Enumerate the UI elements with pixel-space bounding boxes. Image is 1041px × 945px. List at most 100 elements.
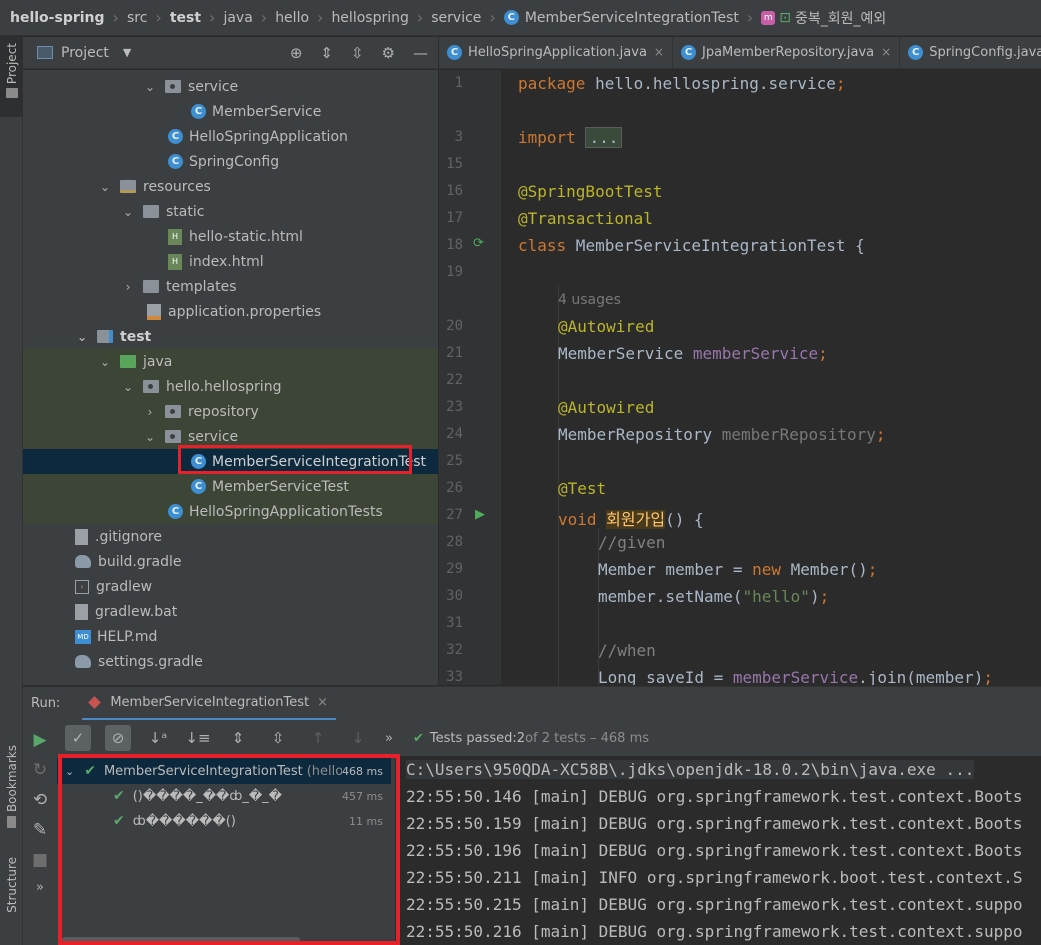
more-icon[interactable]: » bbox=[385, 731, 393, 746]
tree-item-label: HELP.md bbox=[97, 628, 158, 645]
collapse-all-icon[interactable]: ⇳ bbox=[265, 725, 291, 751]
tab-hellospringapplication[interactable]: C HelloSpringApplication.java × bbox=[439, 37, 673, 68]
tree-item-test[interactable]: ⌄ test bbox=[23, 324, 438, 349]
tree-item-index-html[interactable]: H index.html bbox=[23, 249, 438, 274]
breadcrumb-hello[interactable]: hello bbox=[275, 10, 309, 26]
expand-all-icon[interactable]: ⇕ bbox=[225, 725, 251, 751]
tree-item-gradlew-bat[interactable]: gradlew.bat bbox=[23, 599, 438, 624]
locate-icon[interactable]: ⊕ bbox=[290, 44, 303, 62]
rerun-failed-icon[interactable]: ↻ bbox=[33, 760, 47, 780]
breadcrumb-java[interactable]: java bbox=[223, 10, 252, 26]
tree-item-settings-gradle[interactable]: settings.gradle bbox=[23, 649, 438, 674]
tree-item-hello-static-html[interactable]: H hello-static.html bbox=[23, 224, 438, 249]
code-line-16: @SpringBootTest bbox=[518, 182, 663, 201]
class-icon: C bbox=[447, 44, 462, 60]
tab-project[interactable]: Project bbox=[0, 37, 23, 117]
file-icon bbox=[75, 603, 88, 620]
tree-item-hellospringapplication[interactable]: C HelloSpringApplication bbox=[23, 124, 438, 149]
tree-item-gradlew[interactable]: › gradlew bbox=[23, 574, 438, 599]
previous-icon[interactable]: ↑ bbox=[305, 725, 331, 751]
html-file-icon: H bbox=[168, 253, 182, 270]
expand-all-icon[interactable]: ⇕ bbox=[320, 44, 333, 62]
tab-jpamemberrepository[interactable]: C JpaMemberRepository.java × bbox=[673, 37, 901, 68]
test-class-icon: C bbox=[191, 479, 206, 494]
code-editor[interactable]: package hello.hellospring.service; impor… bbox=[501, 70, 1041, 685]
chevron-down-icon[interactable]: ▼ bbox=[123, 46, 131, 59]
chevron-down-icon[interactable]: ⌄ bbox=[143, 80, 157, 94]
toggle-auto-test-icon[interactable]: ⟲ bbox=[33, 790, 47, 810]
line-number: 24 bbox=[446, 426, 463, 442]
hide-panel-icon[interactable]: — bbox=[413, 44, 428, 62]
folder-icon bbox=[5, 88, 18, 99]
show-passed-button[interactable]: ✓ bbox=[65, 725, 91, 751]
tree-item-hellospringapplicationtests[interactable]: C HelloSpringApplicationTests bbox=[23, 499, 438, 524]
run-side-toolbar: ▶ ↻ ⟲ ✎ ■ » bbox=[23, 720, 57, 945]
run-test-icon[interactable]: ▶ bbox=[475, 507, 485, 522]
chevron-down-icon[interactable]: ⌄ bbox=[143, 430, 157, 444]
tree-item-springconfig[interactable]: C SpringConfig bbox=[23, 149, 438, 174]
more-icon[interactable]: » bbox=[36, 880, 44, 895]
collapse-all-icon[interactable]: ⇳ bbox=[351, 44, 364, 62]
run-tab[interactable]: MemberServiceIntegrationTest × bbox=[82, 687, 336, 721]
tree-item-static[interactable]: ⌄ static bbox=[23, 199, 438, 224]
tree-item-build-gradle[interactable]: build.gradle bbox=[23, 549, 438, 574]
code-line-17: @Transactional bbox=[518, 209, 653, 228]
line-number: 29 bbox=[446, 561, 463, 577]
breadcrumb-class[interactable]: C MemberServiceIntegrationTest bbox=[503, 10, 739, 26]
sort-alpha-icon[interactable]: ↓ᵃ bbox=[145, 725, 171, 751]
show-ignored-button[interactable]: ⊘ bbox=[105, 725, 131, 751]
tree-item-repository[interactable]: › repository bbox=[23, 399, 438, 424]
tree-item-java[interactable]: ⌄ java bbox=[23, 349, 438, 374]
test-source-folder-icon bbox=[120, 355, 136, 368]
close-icon[interactable]: × bbox=[881, 45, 891, 59]
tab-bookmarks[interactable]: Bookmarks bbox=[0, 745, 23, 835]
chevron-down-icon[interactable]: ⌄ bbox=[121, 205, 135, 219]
code-line-27: void 회원가입() { bbox=[558, 510, 704, 529]
line-number: 19 bbox=[446, 264, 463, 280]
rerun-icon[interactable]: ▶ bbox=[33, 730, 46, 750]
breadcrumb-service[interactable]: service bbox=[431, 10, 481, 26]
tree-item-service-main[interactable]: ⌄ service bbox=[23, 74, 438, 99]
project-title[interactable]: Project bbox=[61, 45, 109, 61]
breadcrumb-hellospring[interactable]: hellospring bbox=[331, 10, 408, 26]
close-icon[interactable]: × bbox=[654, 45, 664, 59]
sort-duration-icon[interactable]: ↓≡ bbox=[185, 725, 211, 751]
chevron-right-icon[interactable]: › bbox=[143, 405, 157, 419]
console-output[interactable]: C:\Users\950QDA-XC58B\.jdks\openjdk-18.0… bbox=[400, 756, 1041, 945]
tree-item-hello-hellospring[interactable]: ⌄ hello.hellospring bbox=[23, 374, 438, 399]
tree-item-help-md[interactable]: MD HELP.md bbox=[23, 624, 438, 649]
tree-item-label: hello.hellospring bbox=[166, 378, 282, 395]
next-icon[interactable]: ↓ bbox=[345, 725, 371, 751]
tree-item-templates[interactable]: › templates bbox=[23, 274, 438, 299]
code-line-33: Long saveId = memberService.join(member)… bbox=[598, 668, 993, 685]
wrench-icon[interactable]: ✎ bbox=[33, 820, 47, 840]
chevron-down-icon[interactable]: ⌄ bbox=[98, 355, 112, 369]
tree-item-resources[interactable]: ⌄ resources bbox=[23, 174, 438, 199]
tree-item-memberservice[interactable]: C MemberService bbox=[23, 99, 438, 124]
test-config-icon bbox=[88, 695, 102, 709]
breadcrumb-method[interactable]: m ⊡ 중복_회원_예외 bbox=[761, 8, 886, 28]
tab-structure[interactable]: Structure bbox=[0, 857, 23, 937]
breadcrumb-test[interactable]: test bbox=[170, 10, 201, 26]
gear-icon[interactable]: ⚙ bbox=[382, 44, 395, 62]
tree-item-application-properties[interactable]: application.properties bbox=[23, 299, 438, 324]
breadcrumb-src[interactable]: src bbox=[127, 10, 147, 26]
tree-item-gitignore[interactable]: .gitignore bbox=[23, 524, 438, 549]
chevron-down-icon[interactable]: ⌄ bbox=[75, 330, 89, 344]
run-class-icon[interactable]: ⟳ bbox=[473, 236, 484, 251]
project-tree: ⌄ service C MemberService C HelloSpringA… bbox=[23, 70, 438, 685]
tree-item-label: templates bbox=[166, 278, 237, 295]
chevron-down-icon[interactable]: ⌄ bbox=[98, 180, 112, 194]
folded-imports[interactable]: ... bbox=[585, 127, 623, 148]
usages-hint[interactable]: 4 usages bbox=[558, 292, 621, 308]
code-line-20: @Autowired bbox=[558, 317, 655, 336]
chevron-down-icon[interactable]: ⌄ bbox=[121, 380, 135, 394]
close-icon[interactable]: × bbox=[317, 695, 328, 710]
stop-icon[interactable]: ■ bbox=[32, 850, 48, 870]
tab-springconfig[interactable]: C SpringConfig.java bbox=[900, 37, 1041, 68]
breadcrumb-separator: › bbox=[155, 8, 162, 27]
chevron-right-icon[interactable]: › bbox=[121, 280, 135, 294]
code-line-29: Member member = new Member(); bbox=[598, 560, 878, 579]
breadcrumb-project[interactable]: hello-spring bbox=[10, 10, 105, 26]
tree-item-memberservicetest[interactable]: C MemberServiceTest bbox=[23, 474, 438, 499]
